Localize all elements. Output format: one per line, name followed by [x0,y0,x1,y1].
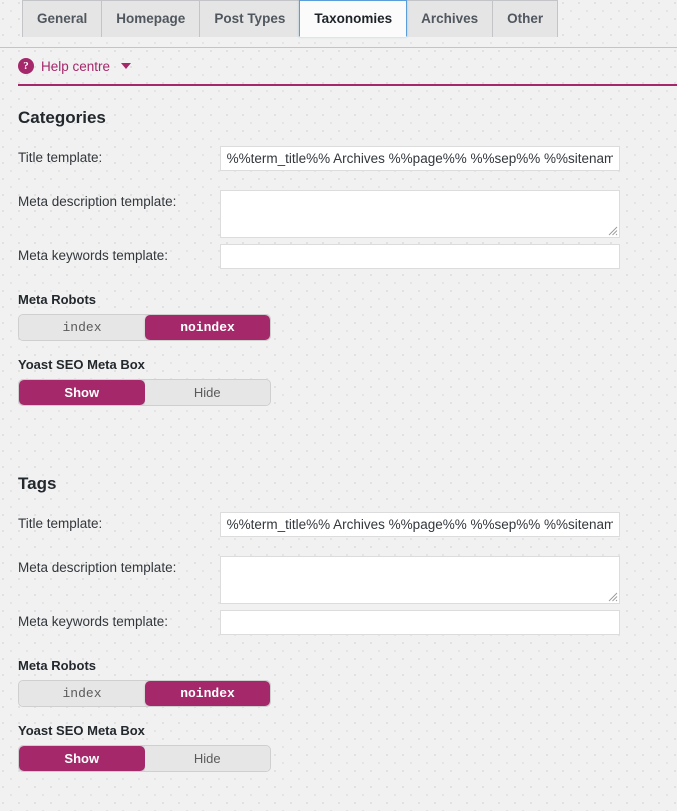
field-row-tags-meta-description: Meta description template: [18,556,677,604]
label-tags-meta-keywords: Meta keywords template: [18,614,169,629]
field-row-categories-meta-description: Meta description template: [18,190,677,238]
label-categories-meta-robots: Meta Robots [18,292,96,307]
switch-option-categories-noindex[interactable]: noindex [145,315,270,340]
tab-post-types[interactable]: Post Types [199,0,301,37]
section-title-categories: Categories [18,108,106,127]
switch-categories-meta-robots[interactable]: index noindex [18,314,271,341]
switch-categories-meta-box[interactable]: Show Hide [18,379,271,406]
label-categories-meta-box: Yoast SEO Meta Box [18,357,145,372]
tab-taxonomies[interactable]: Taxonomies [299,0,408,37]
control-categories-meta-description [219,190,620,238]
help-centre-toggle[interactable]: ? Help centre [18,58,132,74]
section-tags: Tags Title template: Meta description te… [18,422,677,772]
switch-option-categories-index[interactable]: index [19,315,145,340]
label-tags-title-template: Title template: [18,516,103,531]
switch-option-tags-show[interactable]: Show [19,746,145,771]
label-tags-meta-box: Yoast SEO Meta Box [18,723,145,738]
tab-general[interactable]: General [22,0,103,37]
help-centre-label: Help centre [41,58,111,74]
label-tags-meta-robots: Meta Robots [18,658,96,673]
field-row-categories-meta-keywords: Meta keywords template: [18,244,677,282]
label-tags-meta-description: Meta description template: [18,560,177,575]
switch-tags-meta-robots[interactable]: index noindex [18,680,271,707]
input-tags-meta-keywords[interactable] [219,610,620,635]
control-tags-meta-keywords [219,610,620,635]
switch-option-tags-hide[interactable]: Hide [144,746,270,771]
input-categories-title-template[interactable] [219,146,620,171]
taxonomies-settings-content: Categories Title template: Meta descript… [0,86,677,772]
label-categories-meta-description: Meta description template: [18,194,177,209]
field-row-tags-title-template: Title template: [18,512,677,550]
section-categories: Categories Title template: Meta descript… [18,86,677,406]
switch-option-categories-show[interactable]: Show [19,380,145,405]
field-row-categories-title-template: Title template: [18,146,677,184]
label-categories-title-template: Title template: [18,150,103,165]
control-categories-title-template [219,146,620,171]
textarea-tags-meta-description[interactable] [219,556,620,604]
control-categories-meta-keywords [219,244,620,269]
control-tags-meta-description [219,556,620,604]
input-categories-meta-keywords[interactable] [219,244,620,269]
switch-option-tags-index[interactable]: index [19,681,145,706]
help-centre-row: ? Help centre [0,48,677,86]
field-row-tags-meta-keywords: Meta keywords template: [18,610,677,648]
input-tags-title-template[interactable] [219,512,620,537]
tab-archives[interactable]: Archives [406,0,494,37]
control-tags-title-template [219,512,620,537]
textarea-categories-meta-description[interactable] [219,190,620,238]
label-categories-meta-keywords: Meta keywords template: [18,248,169,263]
switch-tags-meta-box[interactable]: Show Hide [18,745,271,772]
section-title-tags: Tags [18,474,57,493]
tab-other[interactable]: Other [492,0,559,37]
chevron-down-icon [121,63,132,69]
switch-option-tags-noindex[interactable]: noindex [145,681,270,706]
switch-option-categories-hide[interactable]: Hide [144,380,270,405]
settings-tab-bar: General Homepage Post Types Taxonomies Archi… [0,0,677,48]
question-mark-circle-icon: ? [18,58,34,74]
tab-homepage[interactable]: Homepage [101,0,201,37]
